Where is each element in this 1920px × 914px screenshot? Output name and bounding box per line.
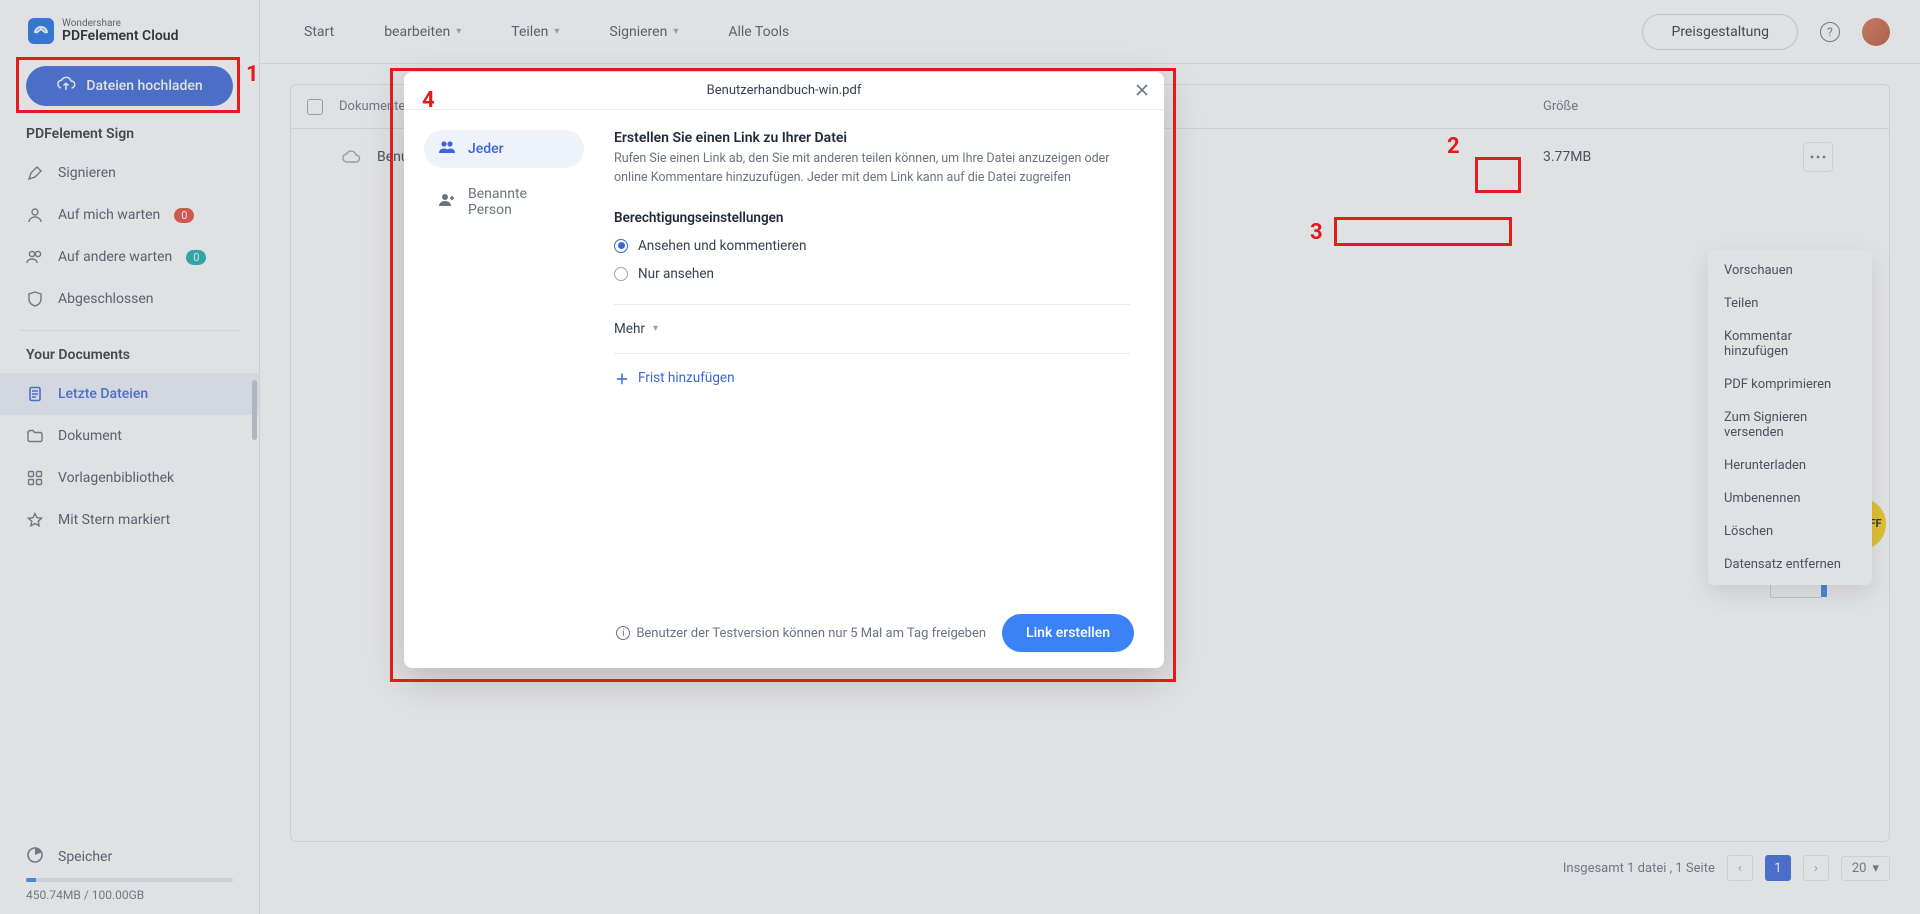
chevron-down-icon: ▾ bbox=[653, 323, 658, 334]
modal-link-desc: Rufen Sie einen Link ab, den Sie mit and… bbox=[614, 150, 1130, 188]
modal-close-button[interactable] bbox=[1134, 82, 1152, 100]
person-add-icon bbox=[438, 193, 456, 211]
people-icon bbox=[438, 140, 456, 158]
radio-view-only[interactable]: Nur ansehen bbox=[614, 266, 1130, 282]
modal-title: Benutzerhandbuch-win.pdf bbox=[707, 83, 862, 98]
create-link-button[interactable]: Link erstellen bbox=[1002, 614, 1134, 652]
modal-tab-everyone[interactable]: Jeder bbox=[424, 130, 584, 168]
plus-icon: ＋ bbox=[614, 370, 630, 386]
more-toggle[interactable]: Mehr ▾ bbox=[614, 321, 1130, 337]
add-deadline-button[interactable]: ＋ Frist hinzufügen bbox=[614, 370, 1130, 386]
close-icon bbox=[1134, 82, 1150, 98]
radio-view-comment[interactable]: Ansehen und kommentieren bbox=[614, 238, 1130, 254]
share-modal: Benutzerhandbuch-win.pdf Jeder Benannte … bbox=[404, 72, 1164, 668]
radio-icon bbox=[614, 267, 628, 281]
info-icon: i bbox=[616, 626, 630, 640]
modal-tab-named[interactable]: Benannte Person bbox=[424, 176, 584, 228]
permissions-label: Berechtigungseinstellungen bbox=[614, 210, 1130, 226]
modal-link-title: Erstellen Sie einen Link zu Ihrer Datei bbox=[614, 130, 1130, 146]
radio-icon bbox=[614, 239, 628, 253]
trial-info: i Benutzer der Testversion können nur 5 … bbox=[616, 626, 986, 641]
